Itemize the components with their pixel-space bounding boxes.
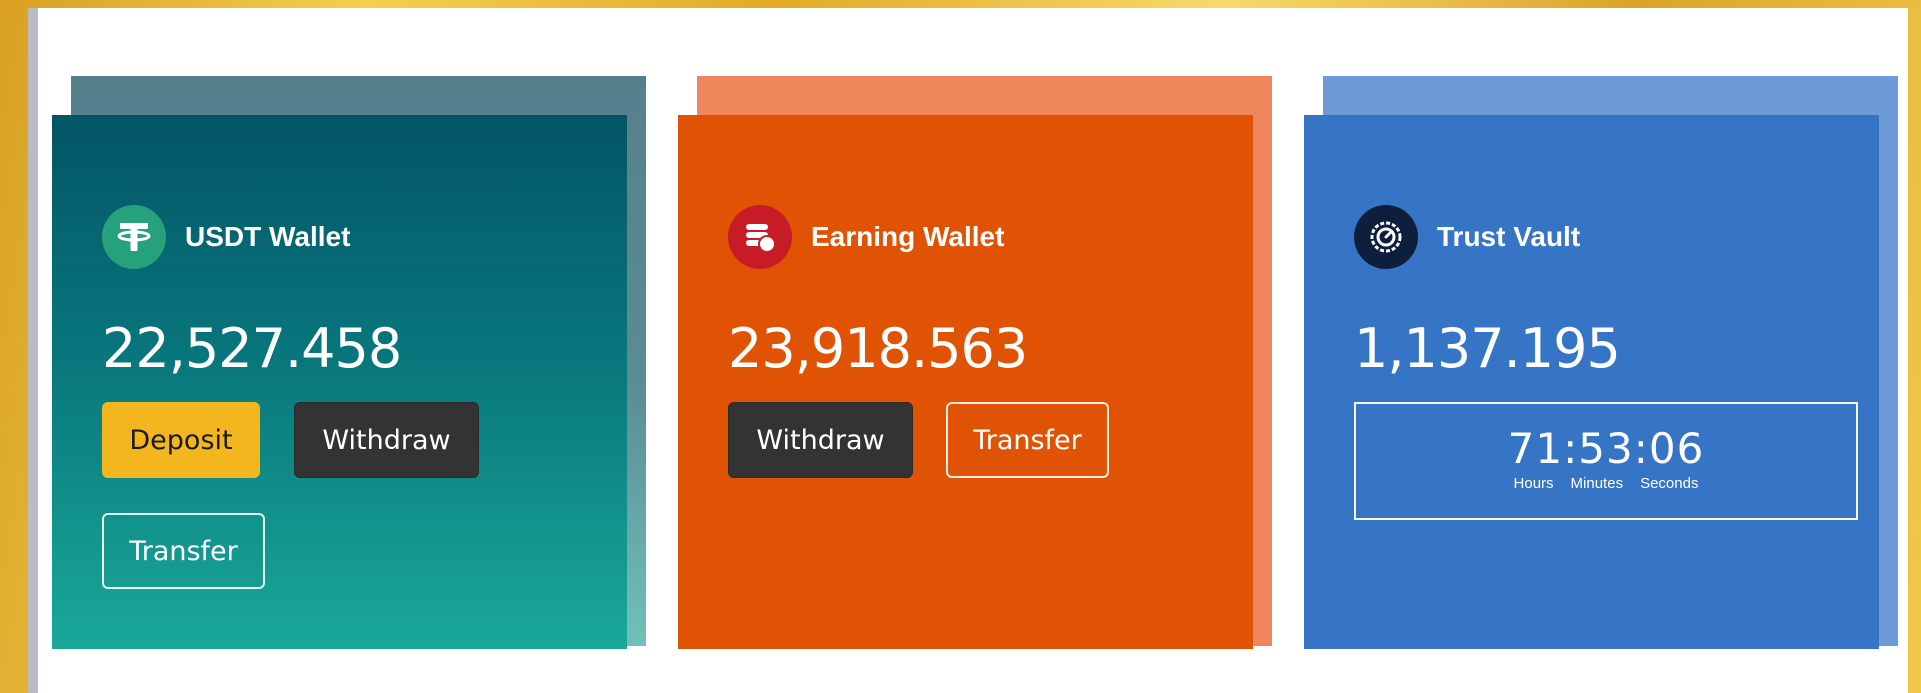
coins-icon — [728, 205, 792, 269]
earning-transfer-button[interactable]: Transfer — [946, 402, 1109, 478]
trust-vault-card: Trust Vault 1,137.195 71:53:06 Hours Min… — [1304, 115, 1879, 649]
dashboard-panel: USDT Wallet 22,527.458 Deposit Withdraw … — [28, 8, 1908, 693]
usdt-transfer-button[interactable]: Transfer — [102, 513, 265, 589]
countdown-labels: Hours Minutes Seconds — [1356, 475, 1856, 492]
earning-wallet-balance: 23,918.563 — [728, 317, 1028, 380]
trust-vault-balance: 1,137.195 — [1354, 317, 1621, 380]
countdown-value: 71:53:06 — [1507, 424, 1705, 473]
trust-vault-header: Trust Vault — [1354, 205, 1580, 269]
earning-withdraw-button[interactable]: Withdraw — [728, 402, 913, 478]
countdown-hours-label: Hours — [1513, 475, 1554, 492]
usdt-wallet-card: USDT Wallet 22,527.458 Deposit Withdraw … — [52, 115, 627, 649]
countdown-timer: 71:53:06 Hours Minutes Seconds — [1354, 402, 1858, 520]
trust-vault-title: Trust Vault — [1437, 221, 1581, 252]
deposit-button[interactable]: Deposit — [102, 402, 260, 478]
usdt-wallet-title: USDT Wallet — [185, 221, 351, 252]
earning-wallet-title: Earning Wallet — [811, 221, 1005, 252]
usdt-withdraw-button[interactable]: Withdraw — [294, 402, 479, 478]
earning-wallet-card: Earning Wallet 23,918.563 Withdraw Trans… — [678, 115, 1253, 649]
countdown-minutes-label: Minutes — [1570, 475, 1624, 492]
usdt-wallet-balance: 22,527.458 — [102, 317, 402, 380]
vault-icon — [1354, 205, 1418, 269]
countdown-seconds-label: Seconds — [1640, 475, 1699, 492]
earning-wallet-header: Earning Wallet — [728, 205, 1004, 269]
usdt-wallet-header: USDT Wallet — [102, 205, 350, 269]
tether-icon — [102, 205, 166, 269]
